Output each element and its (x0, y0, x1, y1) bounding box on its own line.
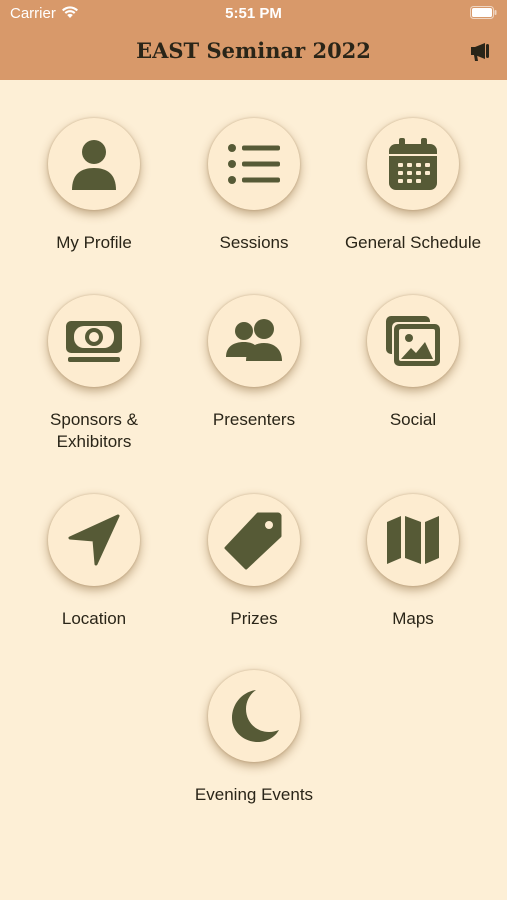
tile-social[interactable]: Social (333, 295, 493, 431)
general-schedule-button[interactable] (367, 118, 459, 210)
users-icon (226, 319, 282, 361)
map-icon (387, 516, 439, 564)
status-bar: Carrier 5:51 PM (0, 0, 507, 28)
tile-label: Maps (392, 609, 434, 628)
sessions-button[interactable] (208, 118, 300, 210)
page-title: EAST Seminar 2022 (136, 38, 371, 63)
user-icon (72, 140, 116, 190)
maps-button[interactable] (367, 494, 459, 586)
calendar-icon (389, 138, 437, 190)
location-arrow-icon (68, 514, 120, 566)
tile-my-profile[interactable]: My Profile (14, 118, 174, 254)
tile-label: Prizes (230, 609, 278, 628)
sponsors-exhibitors-button[interactable] (48, 295, 140, 387)
header-bar: Carrier 5:51 PM EAST Seminar 2022 (0, 0, 507, 80)
tile-label: Sponsors & Exhibitors (50, 410, 138, 451)
battery-icon (470, 6, 497, 19)
tile-sponsors-exhibitors[interactable]: Sponsors & Exhibitors (14, 295, 174, 453)
images-icon (386, 316, 440, 366)
tile-label: Location (61, 609, 127, 628)
tile-sessions[interactable]: Sessions (174, 118, 334, 254)
tile-evening-events[interactable]: Evening Events (174, 670, 334, 806)
tile-general-schedule[interactable]: General Schedule (333, 118, 493, 254)
presenters-button[interactable] (208, 295, 300, 387)
tile-label: Sessions (219, 233, 289, 252)
clock: 5:51 PM (225, 5, 282, 22)
social-button[interactable] (367, 295, 459, 387)
megaphone-icon[interactable] (469, 42, 491, 62)
tag-icon (224, 512, 282, 570)
tile-label: Presenters (212, 410, 296, 429)
tile-label: Social (389, 410, 437, 429)
tile-prizes[interactable]: Prizes (174, 494, 334, 630)
moon-icon (232, 690, 279, 742)
list-icon (228, 144, 280, 184)
location-button[interactable] (48, 494, 140, 586)
my-profile-button[interactable] (48, 118, 140, 210)
tile-label: Evening Events (194, 785, 314, 804)
tile-label: My Profile (56, 233, 132, 252)
prizes-button[interactable] (208, 494, 300, 586)
tile-label: General Schedule (344, 233, 482, 252)
evening-events-button[interactable] (208, 670, 300, 762)
tile-location[interactable]: Location (14, 494, 174, 630)
tile-presenters[interactable]: Presenters (174, 295, 334, 431)
tile-maps[interactable]: Maps (333, 494, 493, 630)
money-icon (66, 321, 122, 362)
